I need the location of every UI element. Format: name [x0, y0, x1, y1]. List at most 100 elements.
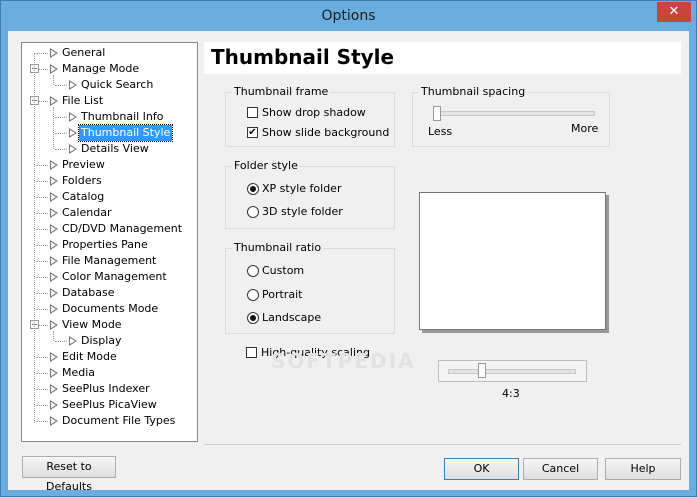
- tree-item[interactable]: Color Management: [22, 269, 197, 285]
- page-arrow-icon: [50, 272, 58, 282]
- tree-item-label: Quick Search: [81, 78, 154, 91]
- page-arrow-icon: [50, 352, 58, 362]
- tree-item-label: Display: [81, 334, 122, 347]
- tree-item-label: Edit Mode: [62, 350, 117, 363]
- checkbox-label: Show slide background: [262, 126, 390, 139]
- page-arrow-icon: [50, 48, 58, 58]
- radio-circle[interactable]: [247, 183, 259, 195]
- page-arrow-icon: [69, 336, 77, 346]
- tree-connector: [55, 149, 67, 150]
- group-title: Thumbnail spacing: [419, 85, 528, 98]
- thumbnail-spacing-group: Thumbnail spacing Less More: [412, 85, 610, 147]
- spacing-slider-thumb[interactable]: [433, 106, 441, 121]
- tree-item-label: Properties Pane: [62, 238, 148, 251]
- ratio-slider-thumb[interactable]: [478, 363, 486, 378]
- tree-item[interactable]: Preview: [22, 157, 197, 173]
- group-title: Thumbnail ratio: [232, 241, 324, 254]
- spacing-more-label: More: [571, 122, 599, 135]
- tree-item[interactable]: Calendar: [22, 205, 197, 221]
- tree-item-label: View Mode: [62, 318, 122, 331]
- page-arrow-icon: [50, 384, 58, 394]
- page-arrow-icon: [50, 64, 58, 74]
- tree-item[interactable]: − File List: [22, 93, 197, 109]
- tree-item-label: Thumbnail Style: [77, 124, 174, 142]
- dialog-client: General − Manage Mode Quick Search − File Lis…: [8, 31, 689, 493]
- tree-item[interactable]: − View Mode: [22, 317, 197, 333]
- tree-item[interactable]: Edit Mode: [22, 349, 197, 365]
- page-arrow-icon: [50, 192, 58, 202]
- page-arrow-icon: [50, 368, 58, 378]
- tree-connector: [36, 197, 48, 198]
- page-arrow-icon: [50, 400, 58, 410]
- page-arrow-icon: [69, 144, 77, 154]
- radio-circle[interactable]: [247, 312, 259, 324]
- tree-connector: [36, 421, 48, 422]
- tree-item[interactable]: Display: [22, 333, 197, 349]
- page-arrow-icon: [50, 256, 58, 266]
- thumbnail-ratio-group: Thumbnail ratio Custom Portrait Landscap…: [225, 241, 395, 334]
- tree-item-label: SeePlus PicaView: [62, 398, 157, 411]
- reset-to-defaults-button[interactable]: Reset to Defaults: [22, 456, 116, 493]
- radio-circle[interactable]: [247, 265, 259, 277]
- page-arrow-icon: [50, 288, 58, 298]
- ok-button[interactable]: OK: [444, 458, 519, 480]
- tree-connector: [55, 133, 67, 134]
- tree-item-label: CD/DVD Management: [62, 222, 183, 235]
- page-arrow-icon: [69, 112, 77, 122]
- tree-item[interactable]: File Management: [22, 253, 197, 269]
- cancel-button[interactable]: Cancel: [523, 458, 598, 480]
- tree-connector: [36, 357, 48, 358]
- tree-connector: [36, 277, 48, 278]
- tree-item[interactable]: Details View: [22, 141, 197, 157]
- tree-item-label: Catalog: [62, 190, 105, 203]
- page-arrow-icon: [50, 240, 58, 250]
- spacing-less-label: Less: [428, 125, 453, 138]
- tree-item[interactable]: Database: [22, 285, 197, 301]
- ratio-slider[interactable]: [438, 360, 587, 382]
- watermark: SOFTPEDIA: [271, 349, 416, 373]
- title-bar[interactable]: Options ✕: [1, 1, 696, 31]
- tree-item[interactable]: − Manage Mode: [22, 61, 197, 77]
- thumbnail-preview: [419, 192, 606, 330]
- page-title: Thumbnail Style: [204, 42, 681, 74]
- tree-item[interactable]: Media: [22, 365, 197, 381]
- checkbox-box[interactable]: ✔: [247, 127, 258, 138]
- options-window: Options ✕ General − Manage Mode Quick Searc…: [0, 0, 697, 497]
- tree-item-label: File Management: [62, 254, 157, 267]
- folder-style-group: Folder style XP style folder 3D style fo…: [225, 159, 395, 229]
- options-tree[interactable]: General − Manage Mode Quick Search − File Lis…: [21, 42, 198, 442]
- page-arrow-icon: [50, 304, 58, 314]
- tree-item[interactable]: Document File Types: [22, 413, 197, 429]
- tree-item[interactable]: Catalog: [22, 189, 197, 205]
- tree-item[interactable]: Thumbnail Style: [22, 124, 197, 142]
- tree-branch-line: [53, 331, 54, 341]
- tree-connector: [36, 213, 48, 214]
- close-button[interactable]: ✕: [657, 2, 691, 22]
- ratio-slider-track[interactable]: [448, 369, 576, 374]
- tree-item[interactable]: Properties Pane: [22, 237, 197, 253]
- tree-item[interactable]: Documents Mode: [22, 301, 197, 317]
- tree-connector: [36, 309, 48, 310]
- tree-item[interactable]: Thumbnail Info: [22, 109, 197, 125]
- tree-item[interactable]: SeePlus Indexer: [22, 381, 197, 397]
- radio-circle[interactable]: [247, 289, 259, 301]
- checkbox-box[interactable]: [246, 347, 257, 358]
- close-icon: ✕: [668, 4, 680, 19]
- spacing-slider-track[interactable]: [433, 111, 595, 116]
- checkbox-box[interactable]: [247, 107, 258, 118]
- tree-item[interactable]: General: [22, 45, 197, 61]
- tree-item[interactable]: Folders: [22, 173, 197, 189]
- ratio-value: 4:3: [502, 387, 520, 400]
- page-arrow-icon: [50, 416, 58, 426]
- tree-item[interactable]: SeePlus PicaView: [22, 397, 197, 413]
- tree-item[interactable]: CD/DVD Management: [22, 221, 197, 237]
- radio-circle[interactable]: [247, 206, 259, 218]
- page-arrow-icon: [50, 208, 58, 218]
- tree-connector: [36, 181, 48, 182]
- tree-item[interactable]: Quick Search: [22, 77, 197, 93]
- help-button[interactable]: Help: [605, 458, 681, 480]
- radio-label: XP style folder: [262, 182, 342, 195]
- window-title: Options: [321, 8, 376, 24]
- page-arrow-icon: [50, 96, 58, 106]
- tree-item-label: SeePlus Indexer: [62, 382, 150, 395]
